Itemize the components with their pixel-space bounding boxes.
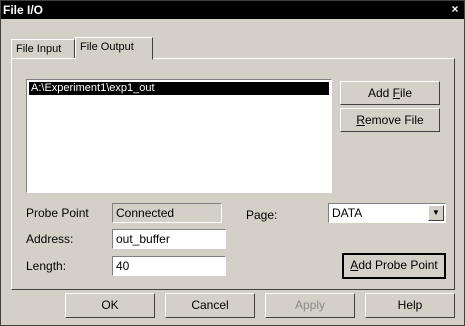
- add-file-label-mnemonic: F: [392, 86, 400, 100]
- address-label: Address:: [26, 232, 74, 246]
- title-bar: File I/O ×: [1, 1, 464, 19]
- window-title: File I/O: [3, 3, 44, 17]
- file-io-dialog: File I/O × File Input File Output A:\Exp…: [0, 0, 465, 326]
- probe-point-label: Probe Point: [26, 206, 89, 220]
- add-file-button[interactable]: Add File: [340, 81, 440, 105]
- remove-file-label-mnemonic: R: [356, 113, 365, 127]
- apply-button[interactable]: Apply: [265, 293, 355, 318]
- close-icon[interactable]: ×: [448, 3, 462, 17]
- length-label: Length:: [26, 259, 67, 273]
- tab-file-input[interactable]: File Input: [11, 39, 75, 59]
- page-select[interactable]: DATA ▼: [328, 203, 446, 223]
- file-output-panel: A:\Experiment1\exp1_out Add File Remove …: [11, 58, 455, 290]
- help-button[interactable]: Help: [365, 293, 455, 318]
- length-input[interactable]: 40: [112, 256, 226, 276]
- page-label: Page:: [246, 208, 278, 222]
- cancel-button[interactable]: Cancel: [165, 293, 255, 318]
- chevron-down-icon[interactable]: ▼: [428, 205, 444, 221]
- add-file-label-post: ile: [400, 86, 413, 100]
- output-file-list[interactable]: A:\Experiment1\exp1_out: [26, 79, 332, 193]
- list-item-label: A:\Experiment1\exp1_out: [31, 82, 155, 94]
- add-file-label-pre: Add: [367, 86, 393, 100]
- page-select-value: DATA: [332, 206, 363, 220]
- remove-file-label-post: emove File: [364, 113, 424, 127]
- help-label: Help: [397, 298, 423, 312]
- probe-point-field: Connected: [112, 203, 222, 223]
- apply-label: Apply: [294, 298, 326, 312]
- probe-point-value: Connected: [116, 206, 175, 220]
- add-probe-point-label-post: dd Probe Point: [358, 258, 438, 272]
- remove-file-button[interactable]: Remove File: [340, 108, 440, 132]
- length-value: 40: [116, 259, 130, 273]
- add-probe-point-button[interactable]: Add Probe Point: [342, 253, 446, 279]
- ok-button[interactable]: OK: [65, 293, 155, 318]
- tab-file-input-label: File Input: [16, 43, 62, 55]
- address-input[interactable]: out_buffer: [112, 229, 226, 249]
- cancel-label: Cancel: [191, 298, 229, 312]
- ok-label: OK: [101, 298, 119, 312]
- list-item[interactable]: A:\Experiment1\exp1_out: [29, 82, 329, 95]
- address-value: out_buffer: [116, 232, 170, 246]
- tab-file-output[interactable]: File Output: [75, 37, 153, 60]
- tab-file-output-label: File Output: [80, 41, 134, 53]
